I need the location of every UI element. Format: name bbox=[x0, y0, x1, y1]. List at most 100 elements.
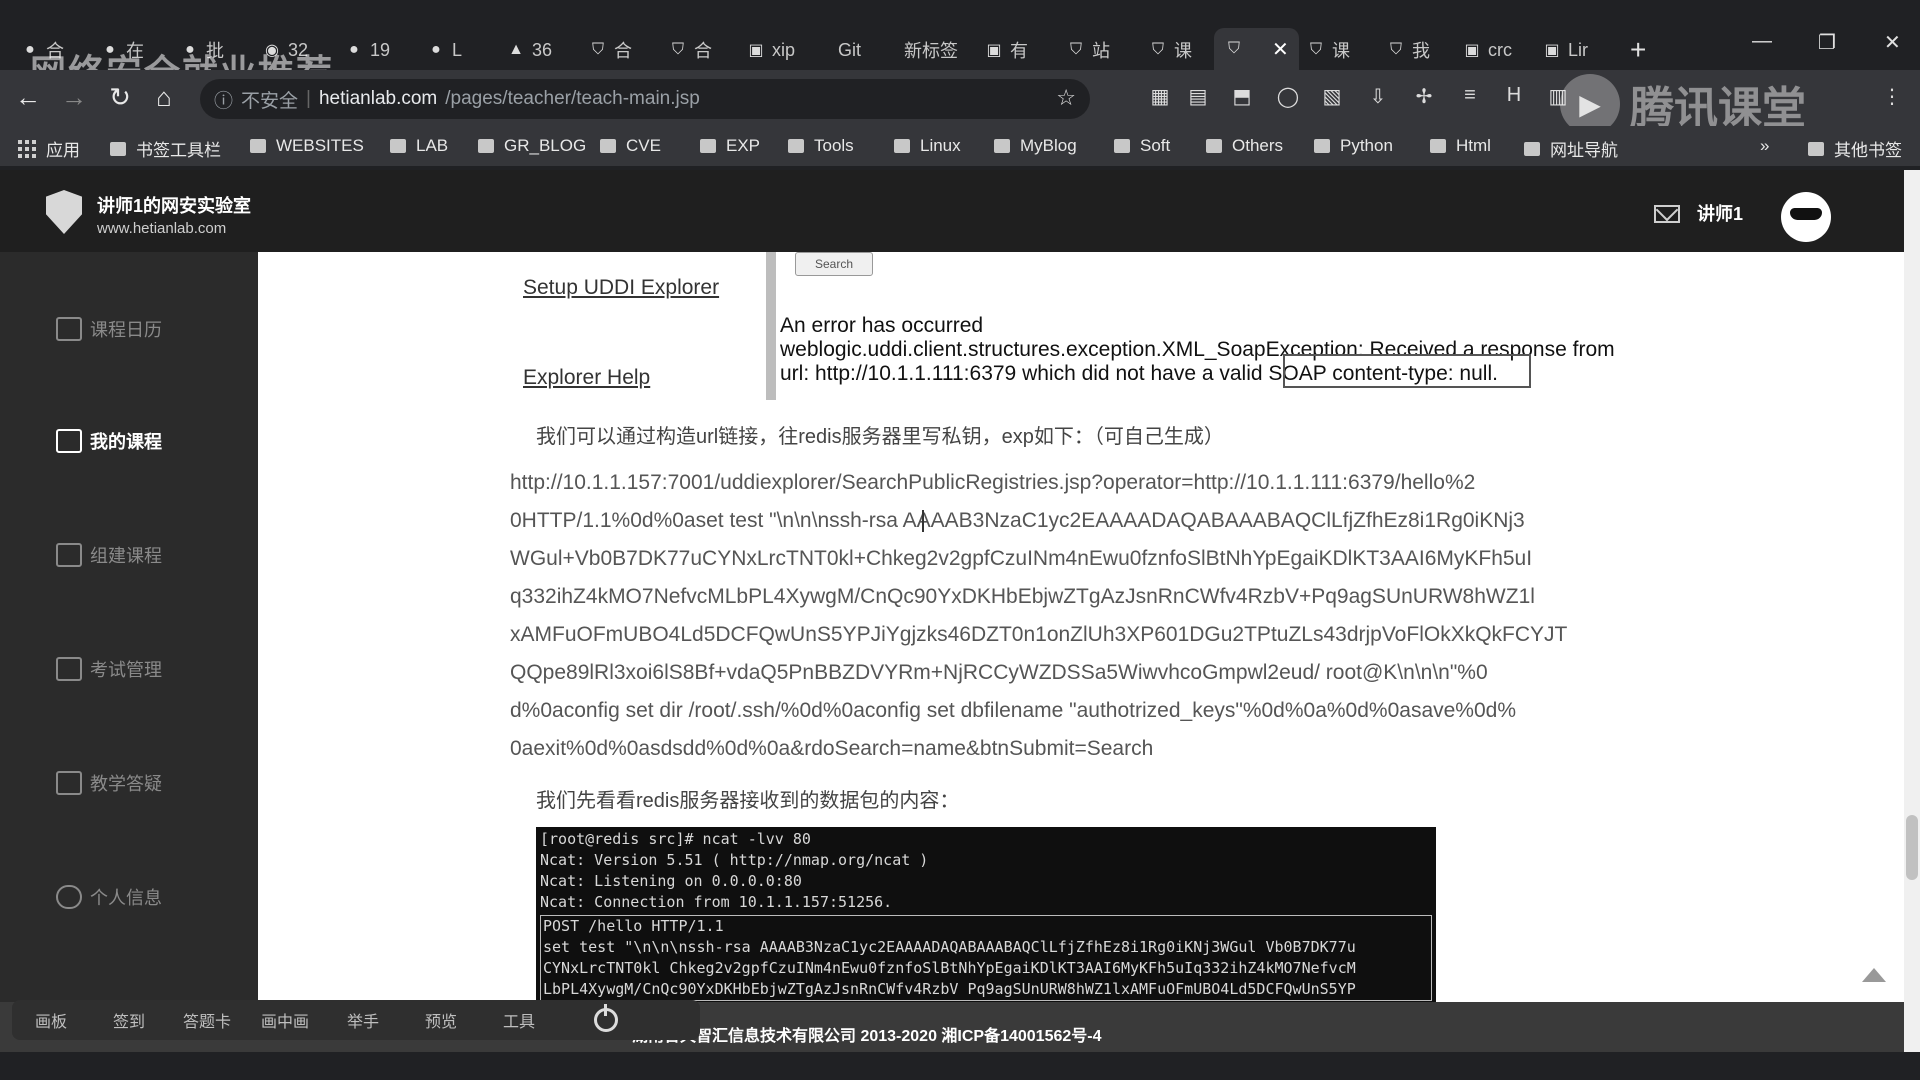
page-scrollbar[interactable] bbox=[1904, 170, 1920, 1052]
live-tool-raise-hand[interactable]: 举手 bbox=[324, 1008, 402, 1032]
bookmark-folder[interactable]: 书签工具栏 bbox=[110, 136, 221, 161]
extension-icon[interactable]: ▧ bbox=[1318, 84, 1346, 112]
browser-tab[interactable]: ⛉ 我 bbox=[1386, 32, 1430, 68]
extension-icon[interactable]: ⇩ bbox=[1364, 84, 1392, 112]
extension-icon[interactable]: ▤ bbox=[1184, 84, 1212, 112]
bookmark-folder[interactable]: Soft bbox=[1114, 136, 1170, 156]
bookmark-folder[interactable]: GR_BLOG bbox=[478, 136, 586, 156]
extension-icon[interactable]: ◯ bbox=[1274, 84, 1302, 112]
sidebar-item-my-courses[interactable]: 我的课程 bbox=[56, 428, 162, 454]
bookmark-folder[interactable]: 网址导航 bbox=[1524, 136, 1618, 161]
extension-icon[interactable]: ≡ bbox=[1456, 84, 1484, 112]
bookmark-folder[interactable]: CVE bbox=[600, 136, 661, 156]
bookmark-folder[interactable]: Tools bbox=[788, 136, 854, 156]
folder-icon bbox=[1808, 141, 1824, 156]
live-tool-tools[interactable]: 工具 bbox=[480, 1008, 558, 1032]
browser-tab[interactable]: ▣ xip bbox=[746, 32, 795, 68]
live-tool-whiteboard[interactable]: 画板 bbox=[12, 1008, 90, 1032]
menu-icon[interactable]: ⋮ bbox=[1878, 84, 1906, 112]
browser-tab[interactable]: Git bbox=[838, 32, 861, 68]
bookmark-apps[interactable]: 应用 bbox=[18, 136, 80, 161]
extension-icon[interactable]: H bbox=[1500, 84, 1528, 112]
bookmark-folder[interactable]: LAB bbox=[390, 136, 448, 156]
sidebar-item-build-course[interactable]: 组建课程 bbox=[56, 542, 162, 568]
extension-icon[interactable]: ✢ bbox=[1410, 84, 1438, 112]
bookmark-star-icon[interactable]: ☆ bbox=[1056, 85, 1076, 111]
new-tab-button[interactable]: + bbox=[1630, 34, 1646, 66]
error-message: An error has occurred weblogic.uddi.clie… bbox=[780, 314, 1615, 385]
tab-favicon-icon: ● bbox=[349, 41, 359, 58]
user-icon bbox=[56, 885, 82, 909]
home-icon[interactable]: ⌂ bbox=[148, 82, 180, 113]
avatar[interactable] bbox=[1781, 192, 1831, 242]
bookmark-folder[interactable]: Python bbox=[1314, 136, 1393, 156]
browser-tab[interactable]: ⛉ 合 bbox=[588, 32, 632, 68]
tab-favicon-icon: ▲ bbox=[508, 41, 524, 58]
live-tool-answer-card[interactable]: 答题卡 bbox=[168, 1008, 246, 1032]
paragraph-packet: 我们先看看redis服务器接收到的数据包的内容： bbox=[536, 790, 960, 812]
folder-icon bbox=[1314, 139, 1330, 153]
site-header: 讲师1的网安实验室 www.hetianlab.com 讲师1 bbox=[0, 170, 1904, 252]
site-logo-shield-icon[interactable] bbox=[46, 190, 82, 234]
browser-tab[interactable]: ⛉ 合 bbox=[668, 32, 712, 68]
browser-tab-strip: ● 合 ● 在 ● 批 ◉ 32 ● 19 ● L ▲ 36 ⛉ 合 ⛉ 合 ▣ xip Git 新… bbox=[0, 0, 1920, 93]
folder-icon bbox=[478, 139, 494, 153]
tab-favicon-icon: ▣ bbox=[1544, 42, 1560, 59]
forward-icon[interactable]: → bbox=[58, 82, 90, 113]
browser-tab[interactable]: ⛉ 站 bbox=[1066, 32, 1110, 68]
power-icon[interactable] bbox=[594, 1004, 618, 1032]
shield-icon: ⛉ bbox=[1389, 41, 1402, 58]
browser-tab[interactable]: ● L bbox=[426, 32, 462, 68]
back-to-top-icon[interactable] bbox=[1862, 968, 1886, 982]
scrollbar-thumb[interactable] bbox=[1906, 815, 1918, 880]
browser-tab[interactable]: ▣ Lir bbox=[1542, 32, 1588, 68]
live-tool-pip[interactable]: 画中画 bbox=[246, 1008, 324, 1032]
browser-tab[interactable]: ▲ 36 bbox=[506, 32, 552, 68]
other-bookmarks[interactable]: 其他书签 bbox=[1808, 136, 1902, 161]
bookmarks-overflow[interactable]: » bbox=[1760, 136, 1769, 156]
browser-tab[interactable]: ▣ 有 bbox=[984, 32, 1028, 68]
restore-icon[interactable]: ❐ bbox=[1818, 30, 1836, 55]
apps-grid-icon bbox=[18, 139, 36, 158]
add-icon bbox=[56, 543, 82, 567]
bookmark-folder[interactable]: Html bbox=[1430, 136, 1491, 156]
sunglasses-icon bbox=[1790, 208, 1822, 220]
explorer-help-link[interactable]: Explorer Help bbox=[523, 366, 650, 390]
close-tab-icon[interactable]: ✕ bbox=[1272, 37, 1289, 62]
search-button[interactable]: Search bbox=[795, 252, 873, 276]
bookmark-folder[interactable]: EXP bbox=[700, 136, 760, 156]
browser-tab-active[interactable]: ⛉ ✕ bbox=[1214, 28, 1299, 70]
user-name[interactable]: 讲师1 bbox=[1697, 200, 1743, 226]
sidebar: 课程日历 我的课程 组建课程 考试管理 教学答疑 个人信息 bbox=[0, 252, 258, 1002]
browser-tab[interactable]: ▣ crc bbox=[1462, 32, 1512, 68]
bookmark-folder[interactable]: Linux bbox=[894, 136, 961, 156]
browser-tab[interactable]: ● 19 bbox=[344, 32, 390, 68]
site-name: 讲师1的网安实验室 bbox=[97, 196, 252, 216]
mail-icon[interactable] bbox=[1654, 205, 1680, 223]
separator: | bbox=[306, 88, 311, 109]
live-tool-checkin[interactable]: 签到 bbox=[90, 1008, 168, 1032]
extension-icon[interactable]: ⬒ bbox=[1228, 84, 1256, 112]
sidebar-item-course-calendar[interactable]: 课程日历 bbox=[56, 316, 162, 342]
sidebar-item-teaching-qa[interactable]: 教学答疑 bbox=[56, 770, 162, 796]
reload-icon[interactable]: ↻ bbox=[104, 82, 136, 113]
close-window-icon[interactable]: ✕ bbox=[1884, 30, 1901, 55]
live-tool-preview[interactable]: 预览 bbox=[402, 1008, 480, 1032]
bookmark-folder[interactable]: WEBSITES bbox=[250, 136, 364, 156]
browser-tab[interactable]: ⛉ 课 bbox=[1148, 32, 1192, 68]
address-bar[interactable]: ⓘ 不安全 | hetianlab.com/pages/teacher/teac… bbox=[200, 79, 1090, 119]
setup-uddi-explorer-link[interactable]: Setup UDDI Explorer bbox=[523, 276, 719, 300]
back-icon[interactable]: ← bbox=[12, 82, 44, 113]
sidebar-item-exam-management[interactable]: 考试管理 bbox=[56, 656, 162, 682]
tab-favicon-icon: ▣ bbox=[748, 42, 764, 59]
info-icon[interactable]: ⓘ bbox=[214, 86, 233, 113]
browser-tab[interactable]: ⛉ 课 bbox=[1306, 32, 1350, 68]
minimize-icon[interactable]: — bbox=[1752, 30, 1772, 53]
url-host: hetianlab.com bbox=[318, 88, 438, 109]
bookmark-folder[interactable]: Others bbox=[1206, 136, 1283, 156]
url-path: /pages/teacher/teach-main.jsp bbox=[445, 88, 700, 109]
bookmark-folder[interactable]: MyBlog bbox=[994, 136, 1077, 156]
sidebar-item-profile[interactable]: 个人信息 bbox=[56, 884, 162, 910]
browser-tab[interactable]: 新标签 bbox=[904, 32, 958, 68]
extension-icon[interactable]: ▦ bbox=[1146, 84, 1174, 112]
